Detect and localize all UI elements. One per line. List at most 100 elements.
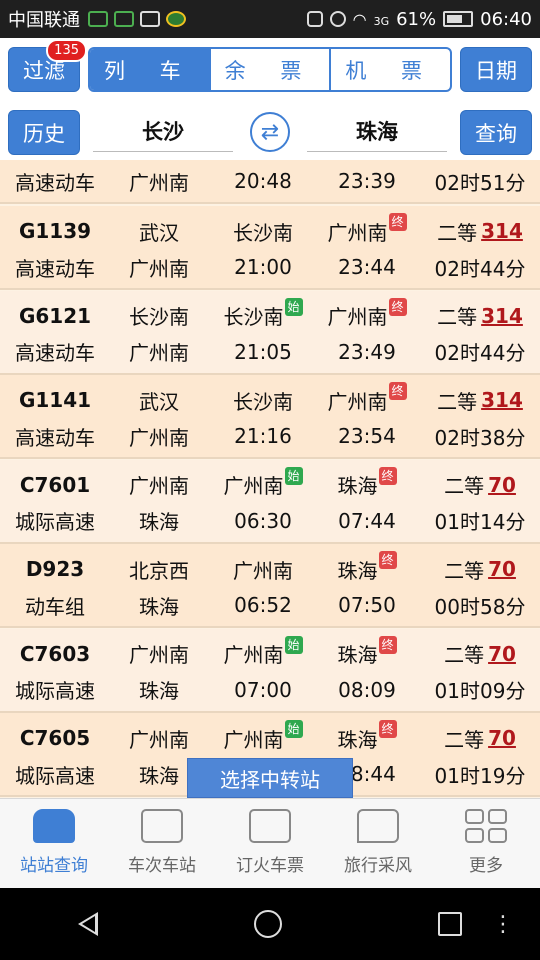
- mode-tabs: 列 车 余 票 机 票: [88, 47, 452, 92]
- end-tag: 终: [388, 297, 407, 316]
- alighting-station: 广州南终: [312, 382, 422, 417]
- seat-class: 二等: [437, 305, 478, 329]
- more-options-icon[interactable]: ⋮: [492, 912, 514, 937]
- train-origin: 长沙南: [129, 305, 189, 329]
- end-tag: 终: [378, 551, 397, 569]
- train-row[interactable]: G1141 武汉 长沙南 广州南终二等 314 高速动车 广州南 21:16 23:54 02时3…: [0, 375, 540, 459]
- fare: 二等 70: [420, 552, 540, 586]
- history-button[interactable]: 历史: [8, 110, 80, 155]
- fare: 二等 70: [420, 721, 540, 755]
- home-icon[interactable]: [254, 910, 282, 938]
- train-terminal: 广州南: [129, 170, 189, 195]
- duration: 01时09分: [434, 679, 526, 703]
- arrive-time: 23:44: [338, 255, 396, 279]
- tab-book-ticket[interactable]: 订火车票: [216, 799, 324, 888]
- query-button[interactable]: 查询: [460, 110, 532, 155]
- seat-class: 二等: [444, 474, 485, 498]
- tab-remaining-tickets[interactable]: 余 票: [208, 49, 330, 90]
- train-terminal: 广州南: [129, 256, 189, 281]
- tab-label: 站站查询: [20, 856, 88, 876]
- train-number: D923: [25, 557, 85, 581]
- price-link[interactable]: 314: [481, 388, 523, 412]
- seat-class: 二等: [437, 389, 478, 414]
- date-button[interactable]: 日期: [460, 47, 532, 92]
- tab-more[interactable]: 更多: [432, 799, 540, 888]
- price-link[interactable]: 70: [488, 473, 516, 497]
- wifi-icon: ◠: [352, 9, 367, 29]
- end-tag: 终: [388, 382, 407, 400]
- boarding-station-name: 广州南: [223, 643, 284, 667]
- price-link[interactable]: 314: [481, 304, 523, 328]
- train-terminal: 珠海: [139, 679, 179, 703]
- train-terminal: 广州南: [129, 425, 189, 450]
- app-notification-icon: [166, 11, 186, 27]
- train-type: 城际高速: [15, 679, 95, 703]
- filter-count-badge: 135: [46, 39, 87, 62]
- back-icon[interactable]: [78, 912, 98, 936]
- depart-time: 20:48: [234, 169, 292, 193]
- train-row[interactable]: C7601 广州南 广州南始珠海终二等 70 城际高速 珠海 06:30 07:44 01时14…: [0, 459, 540, 544]
- train-number: G6121: [18, 303, 92, 328]
- recent-apps-icon[interactable]: [438, 912, 462, 936]
- train-row[interactable]: C7603 广州南 广州南始珠海终二等 70 城际高速 珠海 07:00 08:09 01时09…: [0, 628, 540, 713]
- select-transfer-station-button[interactable]: 选择中转站: [187, 758, 353, 798]
- price-link[interactable]: 70: [488, 557, 516, 581]
- duration: 00时58分: [434, 594, 526, 619]
- wechat-notification-icon: [88, 11, 108, 27]
- battery-percent: 61%: [396, 8, 437, 30]
- train-list[interactable]: 高速动车 广州南 20:48 23:39 02时51分 G1139 武汉 长沙南 广州…: [0, 160, 540, 798]
- train-type: 高速动车: [15, 170, 95, 195]
- alighting-station: 广州南终: [312, 213, 422, 248]
- alighting-station: 珠海终: [312, 551, 422, 586]
- alighting-station-name: 珠海: [337, 727, 378, 752]
- train-terminal: 珠海: [139, 510, 179, 534]
- train-terminal: 珠海: [139, 594, 179, 619]
- fare: 二等 70: [420, 468, 540, 502]
- train-origin: 广州南: [129, 727, 189, 752]
- boarding-station: 长沙南: [208, 214, 318, 248]
- price-link[interactable]: 70: [488, 642, 516, 666]
- depart-time: 06:30: [234, 508, 292, 533]
- carrier-name: 中国联通: [8, 10, 80, 31]
- fare: 二等 314: [420, 299, 540, 333]
- grid-icon: [465, 809, 507, 843]
- filter-button[interactable]: 过滤 135: [8, 39, 87, 92]
- train-origin: 广州南: [129, 643, 189, 667]
- duration: 02时38分: [434, 425, 526, 450]
- battery-icon: [443, 11, 474, 27]
- tab-station-query[interactable]: 站站查询: [0, 799, 108, 888]
- alighting-station: 珠海终: [312, 466, 422, 502]
- message-notification-icon: [114, 11, 134, 27]
- tab-travel[interactable]: 旅行采风: [324, 799, 432, 888]
- train-row[interactable]: D923 北京西 广州南 珠海终二等 70 动车组 珠海 06:52 07:50 00时58分: [0, 544, 540, 628]
- boarding-station: 广州南始: [208, 635, 318, 671]
- seat-class: 二等: [444, 727, 485, 752]
- train-type: 城际高速: [15, 763, 95, 788]
- train-row[interactable]: G1139 武汉 长沙南 广州南终二等 314 高速动车 广州南 21:00 23:44 02时4…: [0, 206, 540, 290]
- train-origin: 武汉: [139, 389, 179, 414]
- price-link[interactable]: 314: [481, 219, 523, 243]
- depart-time: 06:52: [234, 593, 292, 617]
- boarding-station: 长沙南始: [208, 297, 318, 333]
- fare: 二等 70: [420, 637, 540, 671]
- price-link[interactable]: 70: [488, 726, 516, 750]
- tab-train[interactable]: 列 车: [90, 49, 209, 90]
- train-row[interactable]: G6121 长沙南 长沙南始广州南终二等 314 高速动车 广州南 21:05 23:49 02…: [0, 290, 540, 375]
- tab-air-tickets[interactable]: 机 票: [329, 49, 450, 90]
- train-number: C7603: [19, 641, 91, 666]
- network-type: 3G: [373, 14, 390, 28]
- duration: 01时14分: [434, 510, 526, 534]
- tab-train-station[interactable]: 车次车站: [108, 799, 216, 888]
- train-row-partial[interactable]: 高速动车 广州南 20:48 23:39 02时51分: [0, 160, 540, 204]
- depart-time: 21:16: [234, 424, 292, 448]
- duration: 02时44分: [434, 341, 526, 365]
- tab-label: 车次车站: [128, 856, 196, 876]
- boarding-station-name: 长沙南: [233, 389, 293, 414]
- swap-stations-icon[interactable]: ⇄: [250, 112, 290, 152]
- from-station-field[interactable]: 长沙: [93, 110, 233, 152]
- seat-class: 二等: [437, 220, 478, 245]
- end-tag: 终: [378, 720, 397, 738]
- to-station-field[interactable]: 珠海: [307, 110, 447, 152]
- boarding-station: 广州南始: [208, 720, 318, 755]
- image-notification-icon: [140, 11, 160, 27]
